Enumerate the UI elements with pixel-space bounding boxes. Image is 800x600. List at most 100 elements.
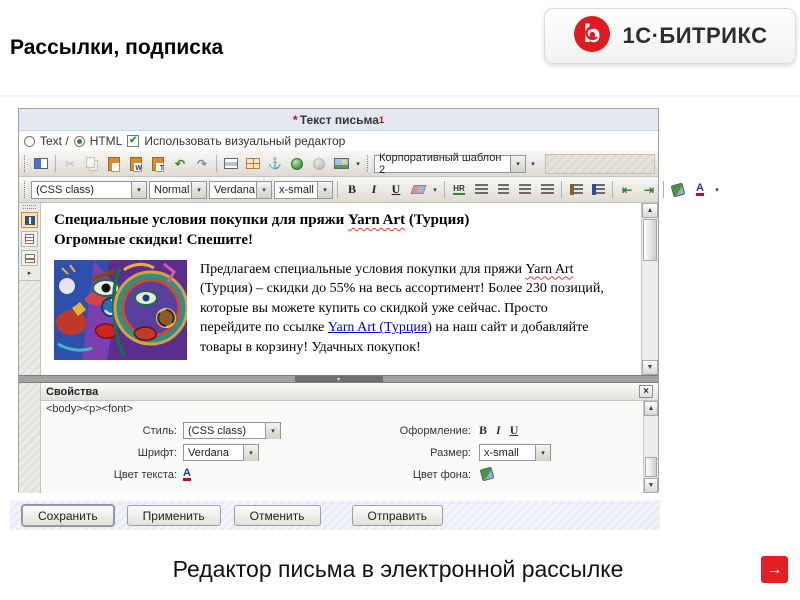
- paste-button[interactable]: [104, 154, 124, 173]
- cut-button[interactable]: ✂: [60, 154, 80, 173]
- apply-button[interactable]: Применить: [126, 505, 221, 526]
- scrollbar-thumb[interactable]: [643, 219, 657, 261]
- font-color-button[interactable]: A: [690, 180, 710, 199]
- splitter-handle[interactable]: ▾: [294, 376, 383, 383]
- snippets-panel-button[interactable]: [21, 231, 38, 247]
- more-format-button[interactable]: ▾: [430, 180, 440, 199]
- chevron-down-icon[interactable]: ▾: [191, 181, 206, 198]
- unordered-list-button[interactable]: [588, 180, 608, 199]
- email-body-canvas[interactable]: Специальные условия покупки для пряжи Ya…: [41, 203, 641, 375]
- copy-button[interactable]: [82, 154, 102, 173]
- style-label: Стиль:: [142, 425, 177, 437]
- style-select[interactable]: (CSS class) ▾: [183, 422, 281, 439]
- remove-format-button[interactable]: [408, 180, 428, 199]
- scroll-down-icon[interactable]: ▼: [642, 360, 658, 375]
- yarn-art-link[interactable]: Yarn Art (Турция: [328, 320, 427, 335]
- css-class-select[interactable]: (CSS class) ▾: [31, 180, 147, 199]
- scroll-up-icon[interactable]: ▲: [642, 203, 658, 218]
- size-select[interactable]: x-small ▾: [479, 444, 551, 461]
- rail-grip[interactable]: [23, 205, 36, 209]
- layers-panel-button[interactable]: [21, 250, 38, 266]
- toolbar-separator: [216, 155, 217, 172]
- toolbar-grip[interactable]: [367, 155, 370, 172]
- chevron-down-icon[interactable]: ▾: [265, 422, 280, 439]
- toolbar-empty-area: [545, 153, 655, 174]
- underline-button[interactable]: U: [386, 180, 406, 199]
- chevron-down-icon[interactable]: ▾: [243, 444, 258, 461]
- bold-button[interactable]: B: [342, 180, 362, 199]
- toolbar-grip[interactable]: [24, 155, 27, 172]
- scroll-down-icon[interactable]: ▼: [644, 478, 658, 493]
- chevron-down-icon[interactable]: ▾: [131, 181, 146, 198]
- font-family-value: Verdana: [214, 183, 255, 196]
- paste-text-icon: T: [152, 156, 164, 172]
- toolbar-grip[interactable]: [24, 181, 27, 198]
- ordered-list-button[interactable]: [566, 180, 586, 199]
- content-scrollbar[interactable]: ▲ ▼: [641, 203, 658, 375]
- components-panel-button[interactable]: [21, 212, 38, 228]
- slide: Рассылки, подписка b 1С·БИТРИКС * Текст …: [0, 0, 800, 600]
- undo-button[interactable]: ↶: [170, 154, 190, 173]
- bold-toggle[interactable]: B: [479, 423, 487, 438]
- chevron-down-icon[interactable]: ▾: [256, 181, 271, 198]
- font-size-select[interactable]: x-small ▾: [274, 180, 333, 199]
- insert-anchor-button[interactable]: ⚓: [265, 154, 285, 173]
- redo-button[interactable]: ↷: [192, 154, 212, 173]
- close-icon[interactable]: ×: [639, 385, 653, 398]
- insert-image-button[interactable]: [331, 154, 351, 173]
- template-select[interactable]: Корпоративный шаблон 2 ▾: [374, 152, 526, 176]
- panel-splitter[interactable]: ▾: [19, 375, 658, 383]
- align-center-button[interactable]: [493, 180, 513, 199]
- chevron-down-icon[interactable]: ▾: [510, 155, 525, 172]
- bitrix-logo-text: 1С·БИТРИКС: [622, 23, 768, 48]
- paste-text-letter: T: [159, 164, 164, 172]
- send-button[interactable]: Отправить: [351, 505, 444, 526]
- remove-link-button[interactable]: [309, 154, 329, 173]
- image-icon: [333, 158, 349, 169]
- scroll-up-icon[interactable]: ▲: [644, 401, 658, 416]
- visual-editor-checkbox[interactable]: ✔: [127, 135, 140, 147]
- italic-button[interactable]: I: [364, 180, 384, 199]
- split-view-button[interactable]: [221, 154, 241, 173]
- html-mode-label: HTML: [89, 134, 123, 148]
- scrollbar-track[interactable]: [642, 262, 658, 360]
- indent-button[interactable]: ⇥: [639, 180, 659, 199]
- font-family-select[interactable]: Verdana ▾: [209, 180, 272, 199]
- align-right-button[interactable]: [515, 180, 535, 199]
- chevron-down-icon[interactable]: ▾: [317, 181, 332, 198]
- link-globe-icon: [291, 157, 303, 170]
- paste-from-word-button[interactable]: W: [126, 154, 146, 173]
- more-format-button[interactable]: ▾: [712, 180, 722, 199]
- font-select[interactable]: Verdana ▾: [183, 444, 259, 461]
- properties-scrollbar[interactable]: ▲ ▼: [643, 401, 658, 493]
- chevron-down-icon[interactable]: ▾: [535, 444, 550, 461]
- align-left-button[interactable]: [471, 180, 491, 199]
- underline-toggle[interactable]: U: [510, 423, 519, 438]
- text-color-icon[interactable]: A: [183, 468, 191, 481]
- background-color-button[interactable]: [668, 180, 688, 199]
- insert-table-button[interactable]: [243, 154, 263, 173]
- editor-title: Текст письма: [299, 112, 379, 127]
- layout-view-button[interactable]: [31, 154, 51, 173]
- cancel-button[interactable]: Отменить: [233, 505, 321, 526]
- paste-as-text-button[interactable]: T: [148, 154, 168, 173]
- tag-breadcrumb[interactable]: <body><p><font>: [46, 403, 133, 415]
- paragraph-format-select[interactable]: Normal ▾: [149, 180, 207, 199]
- outdent-button[interactable]: ⇤: [617, 180, 637, 199]
- html-mode-radio[interactable]: [73, 135, 85, 147]
- bg-color-label: Цвет фона:: [412, 469, 471, 481]
- italic-toggle[interactable]: I: [496, 423, 501, 438]
- next-slide-button[interactable]: →: [761, 556, 788, 583]
- rail-expander[interactable]: ▸: [28, 269, 32, 277]
- template-more-button[interactable]: ▾: [528, 154, 538, 173]
- ordered-list-icon: [569, 184, 583, 195]
- insert-link-button[interactable]: [287, 154, 307, 173]
- align-justify-button[interactable]: [537, 180, 557, 199]
- save-button[interactable]: Сохранить: [22, 505, 114, 526]
- bg-color-icon[interactable]: [479, 466, 495, 482]
- text-mode-radio[interactable]: [24, 135, 35, 147]
- insert-hr-button[interactable]: HR: [449, 180, 469, 199]
- more-tools-button[interactable]: ▾: [353, 154, 363, 173]
- scrollbar-thumb[interactable]: [645, 457, 657, 477]
- scrollbar-track[interactable]: [644, 416, 658, 456]
